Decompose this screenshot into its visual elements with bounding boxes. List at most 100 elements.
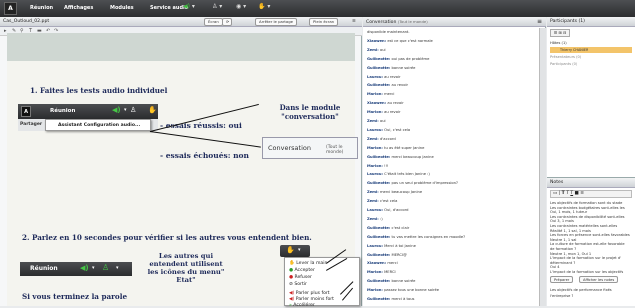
chat-message: Laurou: C'était très bien Janine :) — [367, 172, 537, 176]
notes-line: Les forces en présence sont-elles favora… — [550, 233, 630, 238]
chat-sender: Marion: — [367, 163, 383, 168]
chat-text: oui — [379, 119, 386, 123]
chat-text: Oui, d'accord — [384, 208, 409, 212]
notes-line: déterminant ? — [550, 260, 576, 265]
status-disagree[interactable]: ● Refuser — [289, 275, 312, 280]
menu-affichages[interactable]: Affichages — [64, 5, 93, 11]
show-notes-button[interactable]: Afficher les notes — [579, 276, 619, 283]
host-name: Thierry CHANIER — [560, 48, 589, 52]
speaker-icon: ◀) — [183, 3, 190, 10]
notes-line: de formation ? — [550, 247, 577, 251]
chat-text: merci beaucoup Janine — [391, 154, 434, 159]
chevron-down-icon: ▾ — [116, 265, 119, 271]
participants-count: (1) — [578, 19, 585, 24]
raise-hand-icon: ✋ — [289, 261, 295, 266]
chat-text: au revoir — [384, 74, 401, 79]
notes-bottom-line: l'entreprise ? — [550, 294, 574, 298]
status-raise-hand[interactable]: ✋ Lever la main — [289, 261, 327, 266]
sync-icon[interactable]: ⟳ — [222, 18, 232, 26]
view-toggle-icons[interactable]: ☰ ⊞ ⊟ — [550, 29, 570, 37]
notes-title: Notes — [550, 180, 564, 185]
chat-sender: Guilbeotte: — [367, 65, 391, 70]
chevron-down-icon: ▾ — [92, 265, 95, 271]
chat-text: :) — [379, 216, 383, 221]
status-speak-louder[interactable]: ◀) Parler plus fort — [289, 291, 330, 296]
chat-message: Xiaowen: merci — [367, 261, 537, 265]
chat-message: Zemi: d'accord — [367, 137, 537, 141]
speaker-control[interactable]: ◀) ▾ — [183, 3, 211, 14]
partager-label: Partager — [20, 122, 43, 127]
notes-line: Oui 3, 1 mois — [550, 219, 574, 224]
meeting-bar-snapshot-2: Réunion ◀) ▾ ♙ ▾ — [20, 262, 132, 276]
chat-message: Guilbeotte: pas un seul problème d'impre… — [367, 181, 537, 185]
speak-louder-icon: ◀) — [289, 291, 295, 296]
chat-menu-icon[interactable]: ≡ — [537, 18, 542, 25]
group-participants[interactable]: Participants (0) — [550, 62, 577, 66]
chat-text: C'était très bien Janine :) — [384, 172, 430, 177]
chat-message: Guilbeotte: c'est clair — [367, 226, 537, 230]
chat-message: Guilbeotte: tu vas mettre les consignes … — [367, 235, 537, 239]
reunion-label-2: Réunion — [30, 265, 58, 272]
chat-text: c'est clair — [391, 225, 410, 230]
menu-modules[interactable]: Modules — [110, 5, 134, 11]
prepare-button[interactable]: Préparer — [550, 276, 574, 283]
status-agree[interactable]: ● Accepter — [289, 268, 315, 273]
speaker-green-icon: ◀) — [112, 106, 121, 114]
chat-text: MERCI — [384, 270, 396, 275]
step-away-icon: ⊘ — [289, 282, 293, 287]
microphone-icon: ♙ — [212, 3, 218, 10]
share-pod-titlebar: Cas_Outloud_02.ppt Écran ⟳ Arrêter le pa… — [0, 17, 362, 27]
notes-bottom-line: Les objectifs de performance fixés — [550, 288, 612, 292]
chat-sender: Laurou: — [367, 208, 383, 212]
agree-icon: ● — [289, 268, 294, 273]
slide-heading-2: 2. Parlez en 10 secondes pour vérifier s… — [22, 233, 312, 242]
group-hosts[interactable]: Hôtes (1) — [550, 41, 567, 45]
chat-sender: Guilbeotte: — [367, 279, 391, 284]
notes-line: Les objectifs de formation sont du stade — [550, 201, 623, 205]
chat-message: Marion: MERCI — [367, 270, 537, 274]
chat-message: Zemi: merci beaucoup Janine — [367, 190, 537, 194]
speaker-green-icon: ◀) — [80, 264, 89, 272]
menu-reunion[interactable]: Réunion — [30, 5, 53, 11]
conversation-tab-snapshot: Conversation (Tout le monde) — [262, 137, 358, 159]
chat-sender: Marion: — [367, 110, 383, 115]
chat-message: Guilbeotte: oui pas de problème — [367, 57, 537, 61]
share-pod-title: Cas_Outloud_02.ppt — [3, 19, 50, 24]
chat-sender: Guilbeotte: — [367, 154, 391, 159]
status-speak-softer[interactable]: ◀) Parler moins fort — [289, 297, 334, 302]
fail-label: - essais échoués: non — [160, 151, 250, 160]
status-menu: ✋ Lever la main ● Accepter ● Refuser ⊘ S… — [284, 257, 360, 308]
chat-text: au revoir — [391, 83, 408, 88]
status-control[interactable]: ✋ ▾ — [258, 3, 286, 14]
notes-format-toolbar[interactable]: ▭ | T T T ■ ≡ — [550, 190, 632, 198]
stop-sharing-button[interactable]: Arrêter le partage — [255, 18, 297, 26]
pod-menu-icon[interactable]: ≡ — [352, 19, 356, 24]
host-row[interactable]: Thierry CHANIER — [550, 47, 632, 53]
chat-message: disponible maintenant. — [367, 30, 537, 34]
chat-text: est ce que c'est normale — [387, 38, 433, 43]
chat-message: Guilbeotte: merci beaucoup Janine — [367, 155, 537, 159]
chat-message: Xiaowen: au revoir — [367, 101, 537, 105]
audio-wizard-menu-item[interactable]: Assistant Configuration audio... — [58, 123, 140, 128]
notes-line: Les contraintes de disponibilité sont-el… — [550, 214, 625, 219]
chat-scrollbar[interactable] — [539, 28, 546, 306]
chat-message: Laurou: Oui, c'est cela — [367, 128, 537, 132]
chat-sender: Xiaowen: — [367, 38, 387, 43]
chat-sender: Xiaowen: — [367, 101, 387, 106]
chat-text: pas un seul problème d'impression? — [391, 181, 458, 186]
notes-line: Oui 4 — [550, 265, 560, 270]
chat-sender: Guilbeotte: — [367, 252, 391, 257]
status-button-snapshot: ✋ ▾ — [280, 245, 310, 257]
adobe-logo-small: A — [21, 106, 31, 117]
notes-line: Oui, 1 mois, 1 tuteur — [550, 210, 588, 215]
chat-text: oui pas de problème — [391, 56, 430, 61]
participants-titlebar: Participants (1) — [547, 17, 635, 27]
chat-message: Marion: tu as été super Janine — [367, 146, 537, 150]
chat-message: Xiaowen: est ce que c'est normale — [367, 39, 537, 43]
screen-button[interactable]: Écran — [204, 18, 223, 26]
chat-sender: Zemi: — [367, 47, 379, 52]
status-step-away[interactable]: ⊘ Sortir — [289, 282, 307, 287]
fullscreen-button[interactable]: Plein écran — [309, 18, 339, 26]
chevron-down-icon: ▾ — [298, 247, 301, 253]
group-presenters[interactable]: Présentateurs (0) — [550, 55, 581, 59]
